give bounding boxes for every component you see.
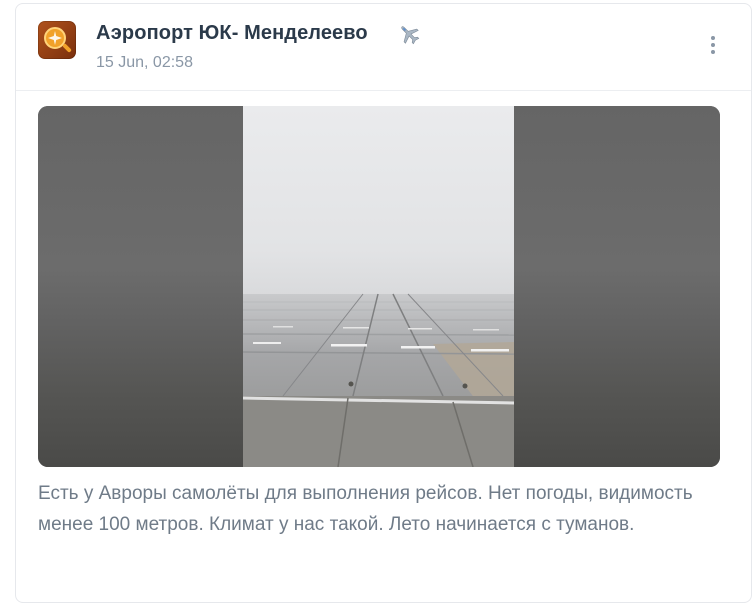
media-blur-left [38, 106, 243, 467]
header-divider [16, 90, 751, 91]
media-blur-right [514, 106, 720, 467]
more-vertical-icon[interactable] [709, 36, 717, 58]
airplane-icon [48, 31, 62, 45]
avatar-logo-handle [62, 43, 72, 53]
post-media[interactable] [38, 106, 720, 467]
post-card: Аэропорт ЮК- Менделеево 15 Jun, 02:58 Ес… [15, 3, 752, 603]
video-player[interactable] [243, 106, 514, 467]
channel-name[interactable]: Аэропорт ЮК- Менделеево [96, 22, 368, 45]
channel-avatar[interactable] [38, 21, 76, 59]
post-date[interactable]: 15 Jun, 02:58 [96, 54, 193, 72]
airplane-emoji [401, 26, 420, 45]
post-caption: Есть у Авроры самолёты для выполнения ре… [38, 483, 693, 535]
foggy-runway-frame [243, 293, 514, 467]
